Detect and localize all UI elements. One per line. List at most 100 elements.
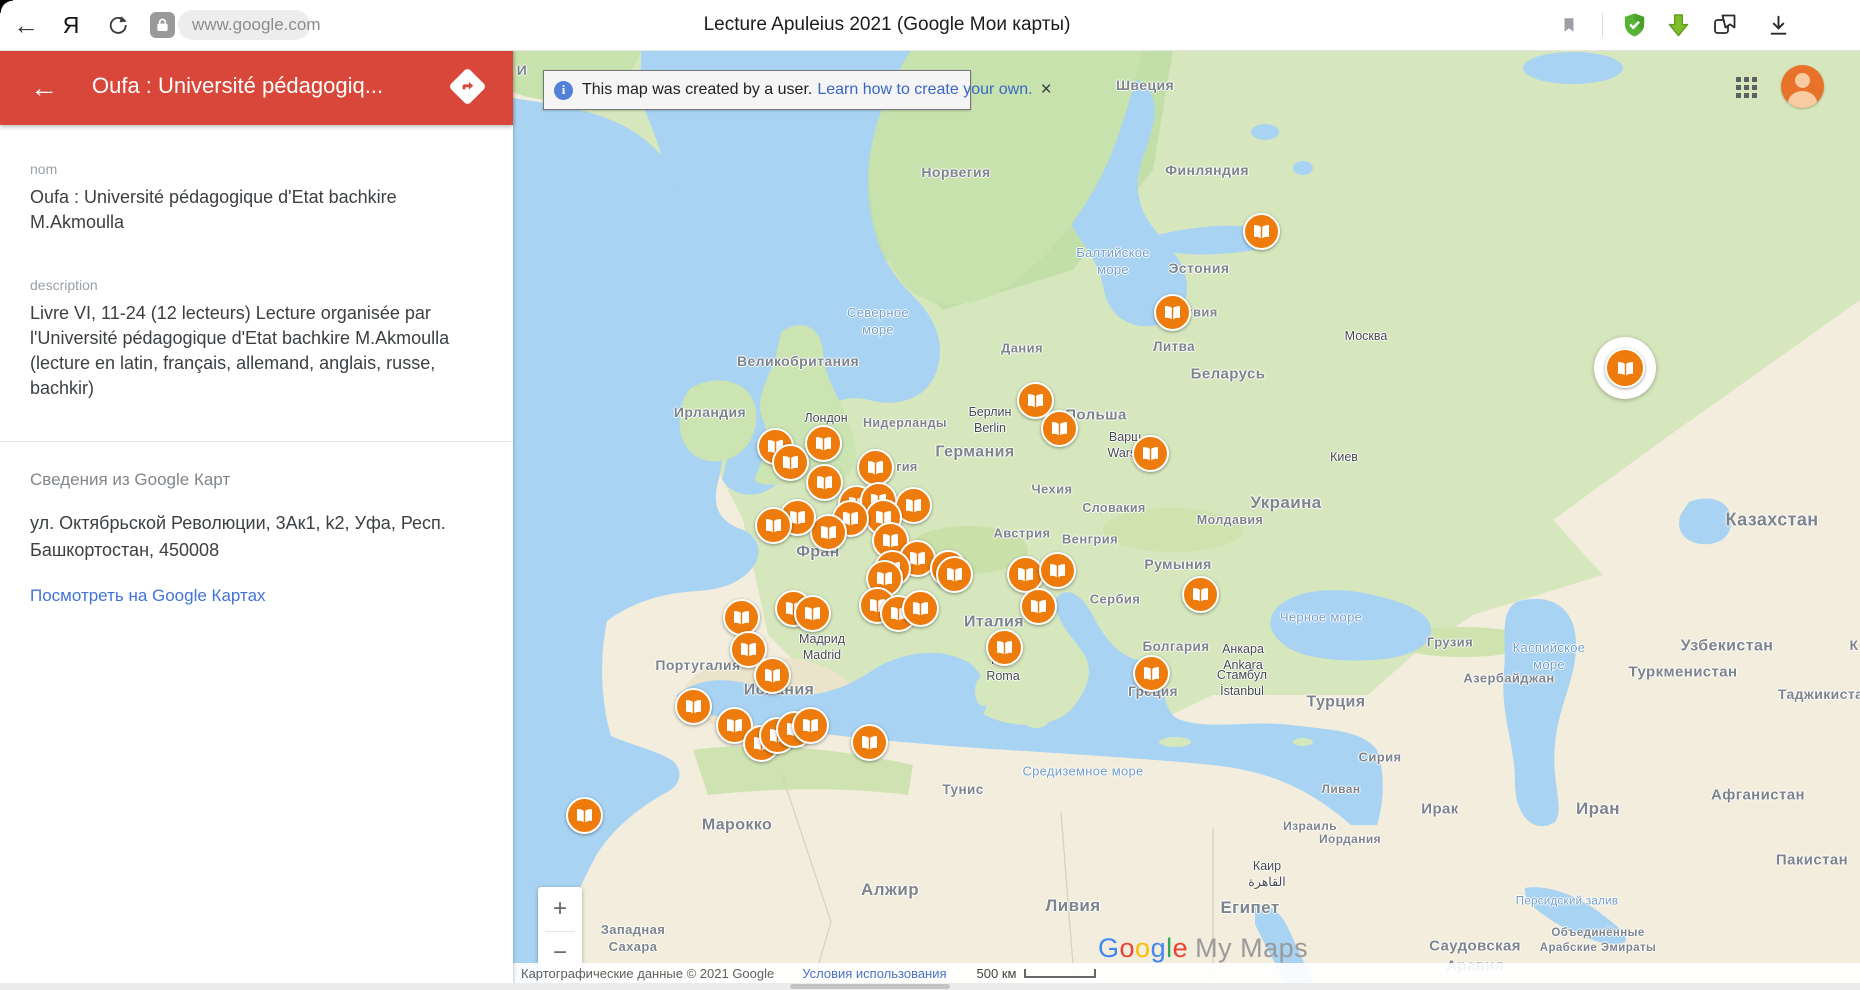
open-book-icon [857, 730, 882, 755]
extensions-icon [1712, 12, 1738, 38]
download-icon [1766, 12, 1791, 38]
map-marker[interactable] [675, 688, 712, 725]
map-label-country: Швеция [1116, 76, 1174, 94]
banner-close-button[interactable]: × [1033, 79, 1052, 101]
open-book-icon [1023, 388, 1048, 413]
map-label-country: Марокко [702, 816, 772, 837]
map-label-country: Нидерланды [863, 415, 947, 431]
map-label-water: Средиземное море [1022, 764, 1143, 781]
open-book-icon [811, 431, 836, 456]
map-label-country: гия [896, 459, 917, 475]
map-label-country: Португалия [655, 656, 740, 674]
map-marker[interactable] [1133, 655, 1170, 692]
map-marker[interactable] [1041, 410, 1078, 447]
terms-of-use-link[interactable]: Условия использования [802, 966, 946, 981]
open-book-icon [1013, 562, 1038, 587]
map-attribution-bar: Картографические данные © 2021 Google Ус… [513, 963, 1860, 983]
map-label-water: Чёрное море [1280, 610, 1362, 627]
map-label-country: Румыния [1144, 555, 1211, 573]
map-marker[interactable] [1132, 435, 1169, 472]
map-label-country: Алжир [861, 879, 919, 901]
panel-divider [0, 441, 513, 442]
horizontal-scrollbar [0, 983, 1860, 990]
map-marker[interactable] [986, 629, 1023, 666]
yandex-icon[interactable]: Я [54, 0, 88, 50]
bookmark-button[interactable] [1555, 12, 1583, 38]
map-marker[interactable] [902, 590, 939, 627]
map-label-country: Норвегия [921, 163, 990, 181]
zoom-in-button[interactable]: + [538, 887, 582, 931]
open-book-icon [798, 713, 823, 738]
open-book-icon [992, 635, 1017, 660]
map-marker[interactable] [1243, 213, 1280, 250]
map-marker[interactable] [806, 464, 843, 501]
map-label-country: Пакистан [1776, 850, 1848, 870]
my-maps-text: My Maps [1195, 933, 1308, 964]
adblock-shield-button[interactable] [1620, 12, 1648, 38]
apps-grid-icon[interactable] [1736, 77, 1758, 99]
map-marker[interactable] [851, 724, 888, 761]
map-marker[interactable] [805, 425, 842, 462]
map-label-country: Чехия [1032, 482, 1073, 499]
open-book-icon [760, 663, 785, 688]
open-book-icon [1026, 594, 1051, 619]
map-marker[interactable] [566, 797, 603, 834]
map-label-country: Туркменистан [1628, 662, 1737, 682]
map-marker[interactable] [755, 507, 792, 544]
selected-map-marker[interactable] [1605, 348, 1645, 388]
map-label-country: Болгария [1143, 638, 1210, 656]
map-overlays: ИШвецияНорвегияФинляндияЭстониятвияЛитва… [513, 50, 1860, 990]
downloads-button[interactable] [1764, 12, 1792, 38]
address-text: ул. Октябрьской Революции, 3Ак1, k2, Уфа… [30, 510, 483, 564]
map-marker[interactable] [936, 556, 973, 593]
directions-button[interactable] [448, 67, 486, 105]
map-data-copyright: Картографические данные © 2021 Google [521, 966, 774, 981]
map-label-country: Дания [1001, 341, 1043, 358]
panel-back-button[interactable]: ← [30, 72, 58, 104]
map-marker[interactable] [1020, 588, 1057, 625]
map-label-country: Узбекистан [1681, 637, 1774, 658]
map-marker[interactable] [857, 449, 894, 486]
map-label-water: Балтийское море [1076, 245, 1150, 279]
bookmark-icon [1560, 14, 1578, 36]
map-marker[interactable] [792, 707, 829, 744]
horizontal-scrollbar-thumb[interactable] [790, 984, 950, 989]
map-canvas[interactable]: ИШвецияНорвегияФинляндияЭстониятвияЛитва… [513, 50, 1860, 990]
map-marker[interactable] [1039, 552, 1076, 589]
open-book-icon [901, 493, 926, 518]
map-label-country: Афганистан [1711, 785, 1805, 805]
map-marker[interactable] [723, 599, 760, 636]
browser-back-button[interactable]: ← [8, 0, 44, 50]
banner-learn-link[interactable]: Learn how to create your own. [817, 81, 1032, 99]
map-marker[interactable] [1182, 576, 1219, 613]
address-bar[interactable]: www.google.com [178, 10, 310, 40]
toolbar-separator [1602, 13, 1603, 37]
account-avatar[interactable] [1781, 65, 1824, 108]
map-marker[interactable] [794, 595, 831, 632]
panel-body: nom Oufa : Université pédagogique d'Etat… [0, 161, 513, 606]
map-label-country: Турция [1306, 693, 1365, 714]
open-book-icon [736, 637, 761, 662]
map-marker[interactable] [772, 444, 809, 481]
extensions-button[interactable] [1711, 12, 1739, 38]
page-title: Lecture Apuleius 2021 (Google Мои карты) [702, 0, 1072, 50]
open-book-icon [681, 694, 706, 719]
map-label-country: Украина [1250, 492, 1321, 514]
map-marker[interactable] [754, 657, 791, 694]
reload-button[interactable] [100, 0, 136, 50]
map-label-country: Ирак [1421, 799, 1458, 819]
nom-label: nom [30, 161, 483, 177]
savefrom-button[interactable] [1664, 12, 1692, 38]
view-on-google-maps-link[interactable]: Посмотреть на Google Картах [30, 586, 266, 606]
map-label-country: И [517, 61, 527, 79]
open-book-icon [863, 455, 888, 480]
map-label-country: Ливан [1322, 782, 1361, 798]
map-label-country: Иран [1576, 798, 1620, 820]
map-label-city: Стамбул İstanbul [1217, 667, 1267, 700]
map-marker[interactable] [1154, 294, 1191, 331]
browser-toolbar: ← Я www.google.com Lecture Apuleius 2021… [0, 0, 1860, 51]
open-book-icon [816, 520, 841, 545]
map-label-country: Объединённые Арабские Эмираты [1540, 926, 1657, 956]
map-label-water: Персидский залив [1516, 895, 1618, 910]
open-book-icon [1138, 441, 1163, 466]
